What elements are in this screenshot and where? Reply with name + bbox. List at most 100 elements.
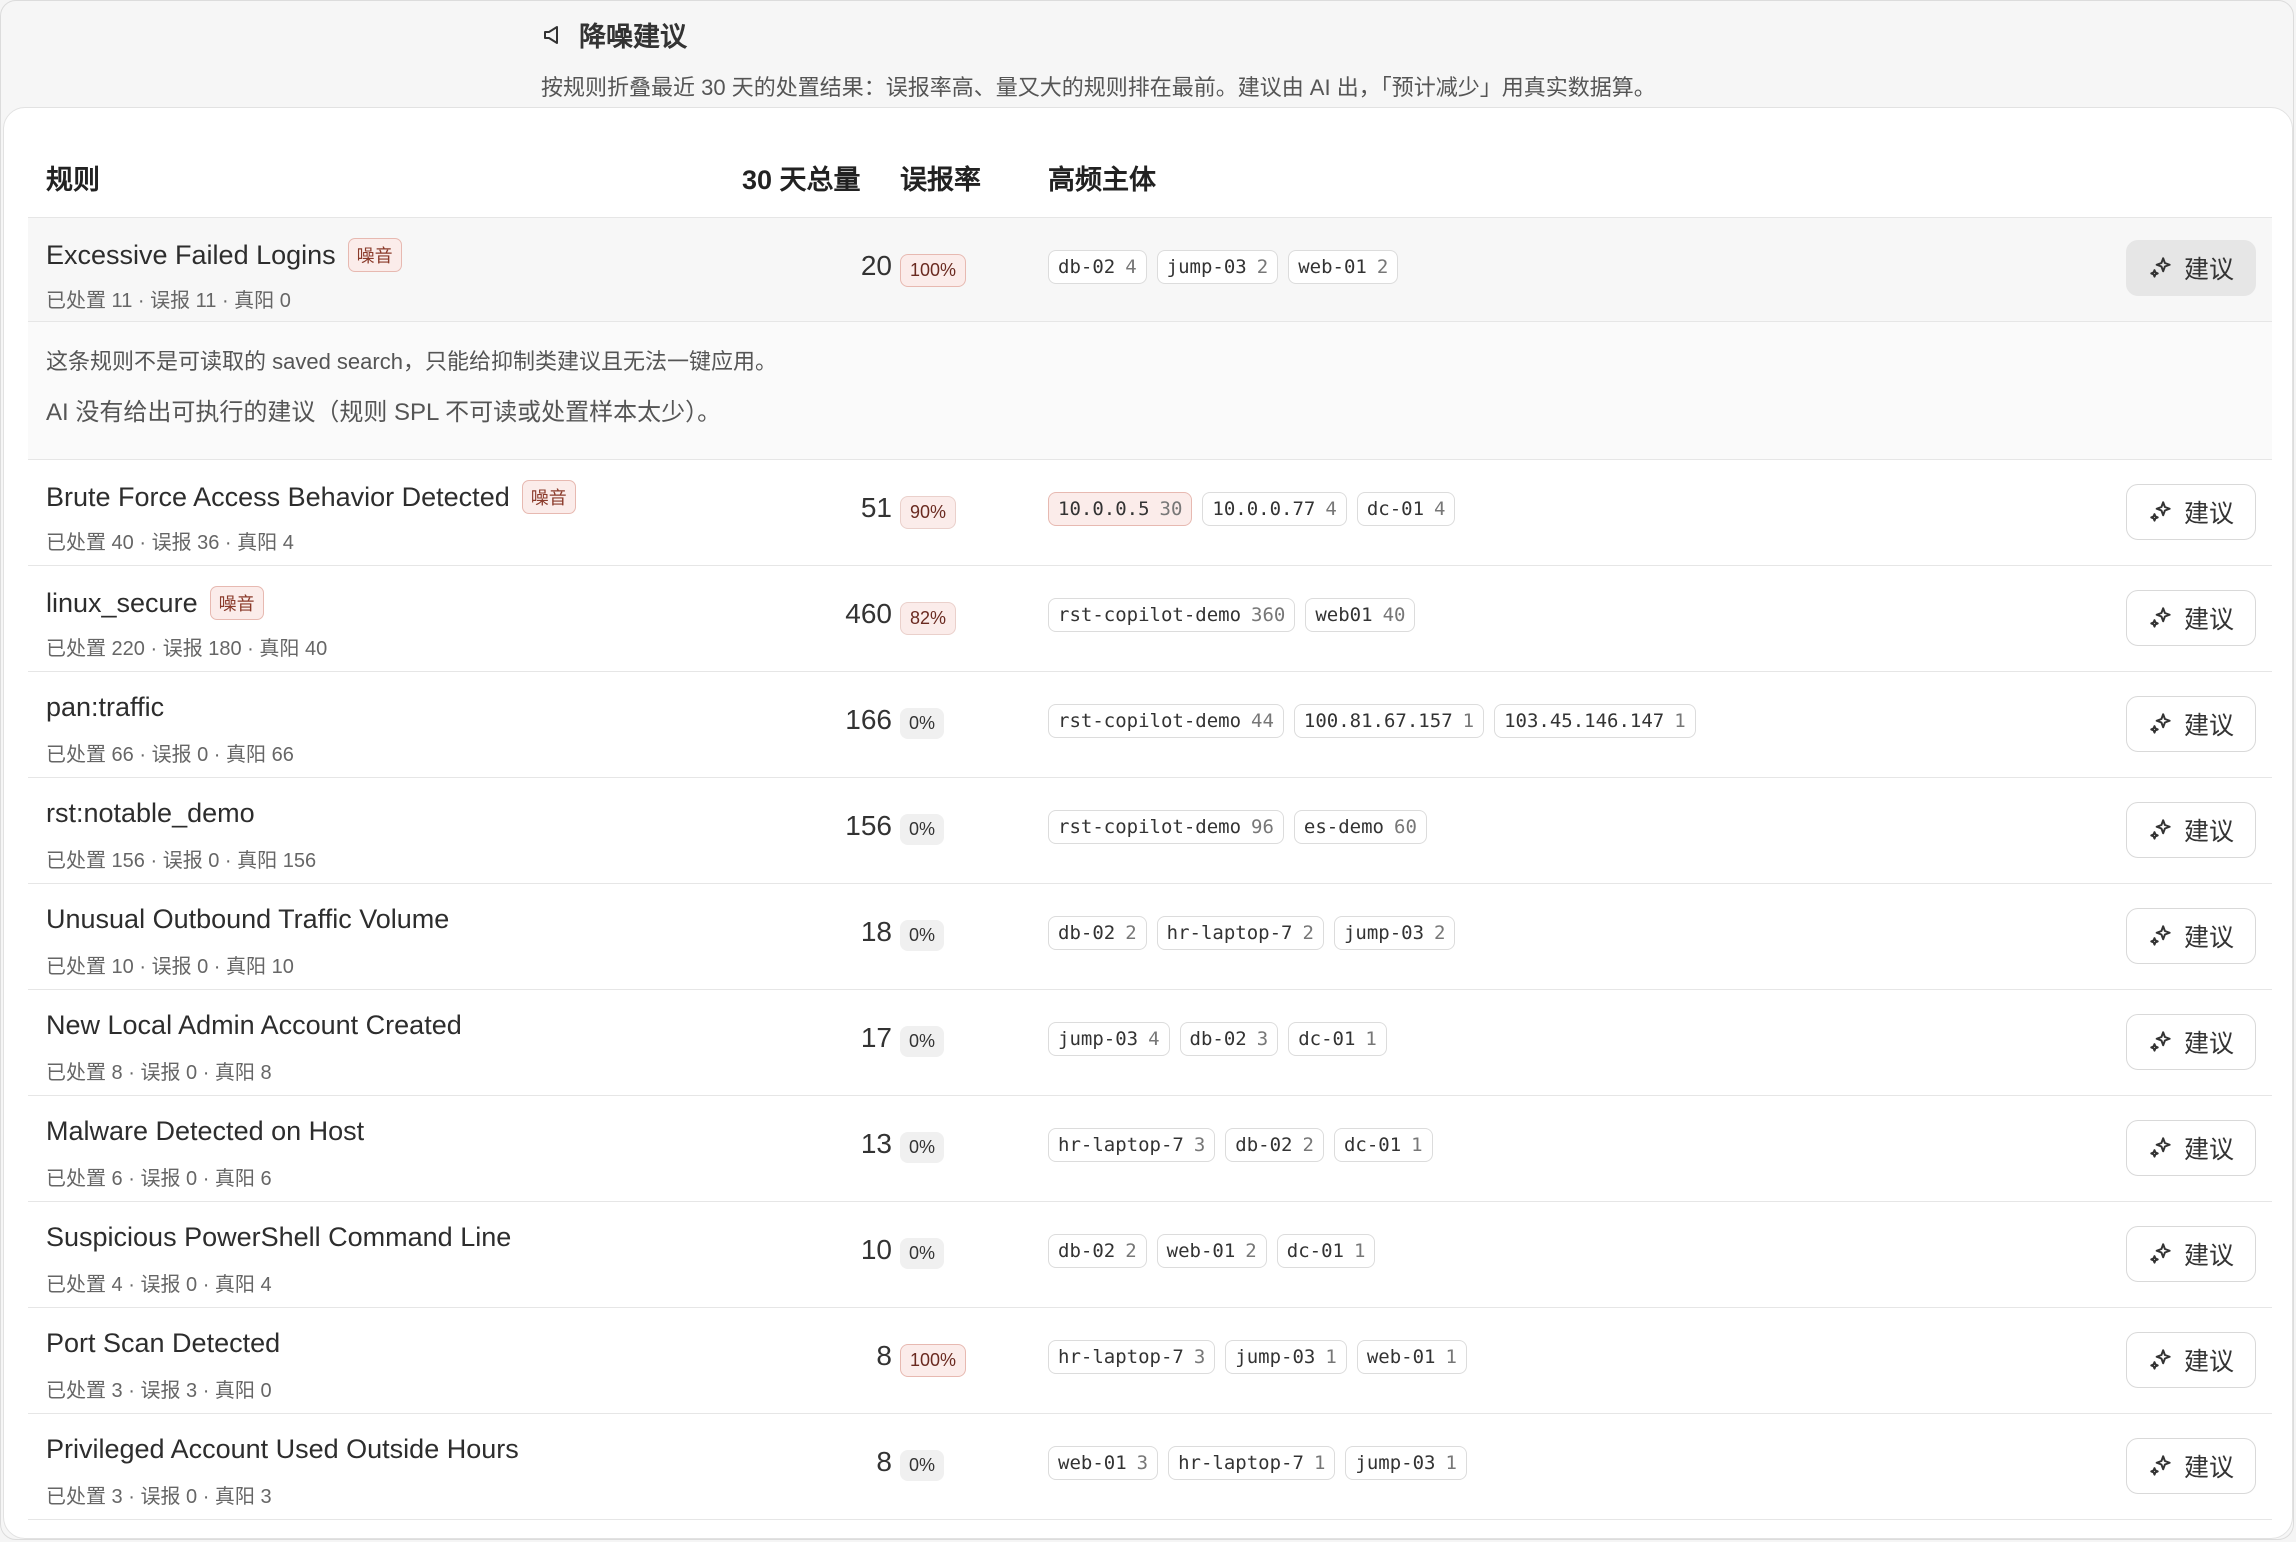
entity-count: 2 bbox=[1125, 922, 1137, 944]
fp-rate-badge: 0% bbox=[900, 1238, 945, 1269]
table-row[interactable]: Excessive Failed Logins 噪音 已处置 11 · 误报 11 … bbox=[28, 218, 2272, 322]
suggest-button[interactable]: 建议 bbox=[2126, 1332, 2256, 1388]
suggest-label: 建议 bbox=[2183, 1348, 2234, 1376]
entity-host: jump-03 bbox=[1166, 256, 1247, 278]
entity-host: dc-01 bbox=[1286, 1240, 1344, 1262]
table-row[interactable]: New Local Admin Account Created 已处置 8 · 误… bbox=[28, 990, 2272, 1096]
entity-host: db-02 bbox=[1235, 1134, 1293, 1156]
entity-chip[interactable]: web-01 1 bbox=[1356, 1340, 1467, 1374]
entity-chip[interactable]: web-01 2 bbox=[1156, 1234, 1267, 1268]
entity-count: 1 bbox=[1313, 1452, 1326, 1474]
rule-name: Excessive Failed Logins bbox=[46, 239, 336, 270]
suggest-button[interactable]: 建议 bbox=[2126, 908, 2256, 964]
table-row[interactable]: Malware Detected on Host 已处置 6 · 误报 0 · 真… bbox=[28, 1096, 2272, 1202]
fp-rate-badge: 100% bbox=[900, 254, 967, 287]
entity-chip[interactable]: 10.0.0.77 4 bbox=[1202, 492, 1347, 526]
suggest-label: 建议 bbox=[2183, 1030, 2234, 1058]
entity-chips: rst-copilot-demo 44 100.81.67.157 1 103.45.1… bbox=[1048, 704, 1696, 738]
rule-stats: 已处置 3 · 误报 0 · 真阳 3 bbox=[46, 1486, 272, 1508]
suggest-button[interactable]: 建议 bbox=[2126, 484, 2256, 540]
entity-host: rst-copilot-demo bbox=[1058, 604, 1242, 626]
entity-chip[interactable]: web-01 2 bbox=[1288, 250, 1399, 284]
entity-chip[interactable]: rst-copilot-demo 360 bbox=[1048, 598, 1296, 632]
entity-chip[interactable]: web-01 3 bbox=[1048, 1446, 1159, 1480]
entity-host: 10.0.0.5 bbox=[1058, 498, 1150, 520]
entity-host: jump-03 bbox=[1355, 1452, 1436, 1474]
speaker-icon bbox=[544, 25, 558, 44]
entity-chip[interactable]: rst-copilot-demo 96 bbox=[1048, 810, 1284, 844]
entity-host: db-02 bbox=[1189, 1028, 1247, 1050]
rule-name-cell: Privileged Account Used Outside Hours bbox=[46, 1434, 519, 1465]
entity-chip[interactable]: dc-01 1 bbox=[1333, 1128, 1433, 1162]
rule-name-cell: linux_secure 噪音 bbox=[46, 586, 264, 620]
suggest-label: 建议 bbox=[2183, 818, 2234, 846]
rule-total: 20 bbox=[860, 250, 892, 281]
table-row[interactable]: pan:traffic 已处置 66 · 误报 0 · 真阳 66 166 0% rst… bbox=[28, 672, 2272, 778]
entity-chip[interactable]: db-02 2 bbox=[1048, 916, 1147, 950]
entity-chips: db-02 2 hr-laptop-7 2 jump-03 2 bbox=[1048, 916, 1456, 950]
table-row[interactable]: linux_secure 噪音 已处置 220 · 误报 180 · 真阳 40 46… bbox=[28, 566, 2272, 672]
entity-chip[interactable]: rst-copilot-demo 44 bbox=[1048, 704, 1284, 738]
suggest-button[interactable]: 建议 bbox=[2126, 240, 2256, 296]
entity-chip[interactable]: hr-laptop-7 3 bbox=[1048, 1128, 1216, 1162]
suggest-button[interactable]: 建议 bbox=[2126, 802, 2256, 858]
table-row[interactable]: Port Scan Detected 已处置 3 · 误报 3 · 真阳 0 8 10… bbox=[28, 1308, 2272, 1414]
entity-chip[interactable]: jump-03 1 bbox=[1225, 1340, 1347, 1374]
table-row[interactable]: Brute Force Access Behavior Detected 噪音 已处… bbox=[28, 460, 2272, 566]
suggest-label: 建议 bbox=[2183, 1242, 2234, 1270]
entity-host: web-01 bbox=[1058, 1452, 1127, 1474]
entity-chip[interactable]: db-02 2 bbox=[1048, 1234, 1147, 1268]
entity-chip[interactable]: db-02 2 bbox=[1225, 1128, 1324, 1162]
entity-chip[interactable]: hr-laptop-7 1 bbox=[1168, 1446, 1336, 1480]
entity-chip[interactable]: jump-03 2 bbox=[1333, 916, 1456, 950]
rule-name-cell: New Local Admin Account Created bbox=[46, 1010, 462, 1041]
table-row[interactable]: Suspicious PowerShell Command Line 已处置 4 … bbox=[28, 1202, 2272, 1308]
panel-title-row: 降噪建议 bbox=[541, 15, 1656, 54]
entity-chip[interactable]: hr-laptop-7 3 bbox=[1048, 1340, 1216, 1374]
suggest-button[interactable]: 建议 bbox=[2126, 1226, 2256, 1282]
rule-name: rst:notable_demo bbox=[46, 798, 255, 828]
entity-chip[interactable]: jump-03 4 bbox=[1048, 1022, 1170, 1056]
entity-chip[interactable]: es-demo 60 bbox=[1293, 810, 1427, 844]
entity-chip[interactable]: hr-laptop-7 2 bbox=[1156, 916, 1324, 950]
fp-rate-badge: 82% bbox=[900, 602, 957, 635]
suggest-button[interactable]: 建议 bbox=[2126, 1014, 2256, 1070]
rule-stats: 已处置 11 · 误报 11 · 真阳 0 bbox=[46, 290, 291, 312]
fp-rate-badge: 100% bbox=[900, 1344, 967, 1377]
entity-count: 60 bbox=[1394, 816, 1417, 838]
entity-chip[interactable]: web01 40 bbox=[1305, 598, 1416, 632]
entity-chip[interactable]: 103.45.146.147 1 bbox=[1494, 704, 1696, 738]
table-row[interactable]: rst:notable_demo 已处置 156 · 误报 0 · 真阳 156 1… bbox=[28, 778, 2272, 884]
entity-chip[interactable]: dc-01 4 bbox=[1356, 492, 1456, 526]
suggest-label: 建议 bbox=[2183, 1136, 2234, 1164]
entity-chip[interactable]: jump-03 2 bbox=[1156, 250, 1279, 284]
entity-chip[interactable]: jump-03 1 bbox=[1345, 1446, 1467, 1480]
entity-chip[interactable]: db-02 4 bbox=[1048, 250, 1147, 284]
sparkle-icon bbox=[2150, 501, 2171, 522]
entity-chip[interactable]: 10.0.0.5 30 bbox=[1048, 492, 1193, 526]
suggest-button[interactable]: 建议 bbox=[2126, 590, 2256, 646]
rule-name: Privileged Account Used Outside Hours bbox=[46, 1434, 519, 1464]
suggest-label: 建议 bbox=[2183, 924, 2234, 952]
rule-stats: 已处置 6 · 误报 0 · 真阳 6 bbox=[46, 1168, 272, 1190]
rule-total: 8 bbox=[876, 1340, 892, 1371]
entity-host: web-01 bbox=[1298, 256, 1367, 278]
suggest-button[interactable]: 建议 bbox=[2126, 696, 2256, 752]
entity-host: jump-03 bbox=[1343, 922, 1425, 944]
entity-chip[interactable]: db-02 3 bbox=[1179, 1022, 1279, 1056]
entity-chip[interactable]: dc-01 1 bbox=[1288, 1022, 1387, 1056]
col-header-entities: 高频主体 bbox=[1048, 165, 1156, 195]
suggest-button[interactable]: 建议 bbox=[2126, 1120, 2256, 1176]
table-row[interactable]: Privileged Account Used Outside Hours 已处置… bbox=[28, 1414, 2272, 1520]
fp-rate-badge: 0% bbox=[900, 1026, 945, 1057]
table-row[interactable]: Unusual Outbound Traffic Volume 已处置 10 · … bbox=[28, 884, 2272, 990]
rule-total: 17 bbox=[860, 1022, 892, 1053]
suggest-label: 建议 bbox=[2183, 1454, 2234, 1482]
entity-count: 96 bbox=[1251, 816, 1274, 838]
rule-total: 166 bbox=[845, 704, 892, 735]
sparkle-icon bbox=[2150, 1243, 2171, 1264]
entity-host: hr-laptop-7 bbox=[1058, 1134, 1184, 1156]
entity-chip[interactable]: dc-01 1 bbox=[1276, 1234, 1376, 1268]
entity-chip[interactable]: 100.81.67.157 1 bbox=[1293, 704, 1485, 738]
suggest-button[interactable]: 建议 bbox=[2126, 1438, 2256, 1494]
